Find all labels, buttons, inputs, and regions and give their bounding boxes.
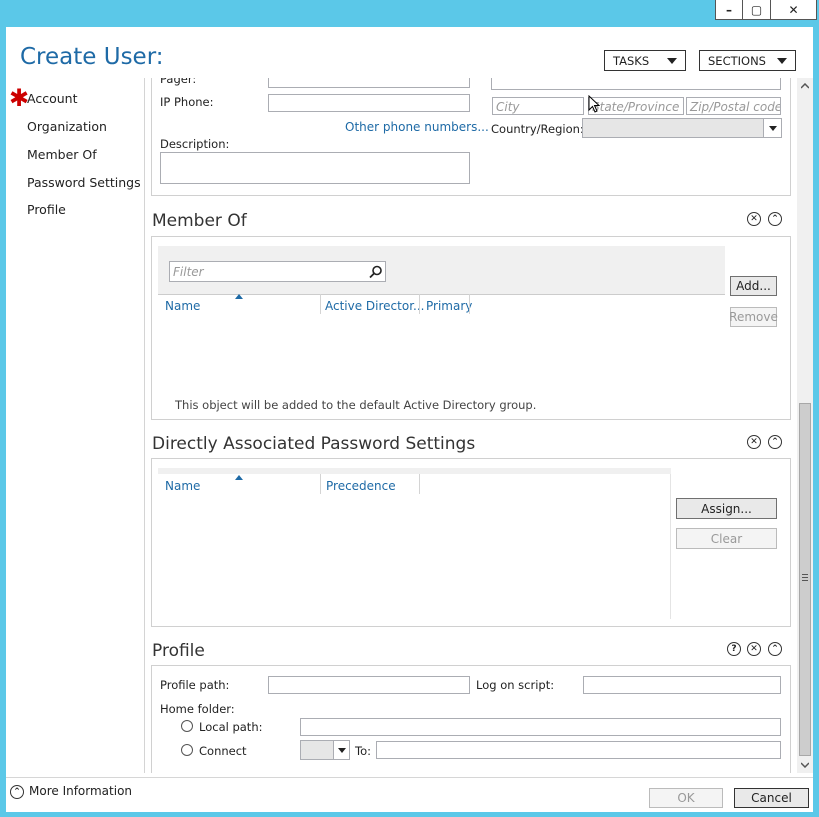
to-label: To: bbox=[355, 744, 371, 758]
column-divider bbox=[469, 294, 470, 314]
mouse-cursor-icon bbox=[588, 95, 600, 113]
member-of-note: This object will be added to the default… bbox=[175, 398, 537, 412]
logon-script-input[interactable] bbox=[583, 676, 781, 694]
maximize-button[interactable]: ▢ bbox=[743, 0, 771, 20]
sections-label: SECTIONS bbox=[708, 53, 766, 68]
column-divider bbox=[419, 294, 420, 314]
scroll-down-icon[interactable] bbox=[801, 762, 809, 768]
connect-label: Connect bbox=[199, 744, 247, 758]
connect-to-input[interactable] bbox=[376, 741, 781, 759]
remove-section-icon[interactable]: ✕ bbox=[747, 435, 761, 449]
home-folder-label: Home folder: bbox=[160, 702, 235, 716]
sort-ascending-icon bbox=[235, 294, 243, 299]
tasks-label: TASKS bbox=[613, 53, 650, 68]
content-viewport: Pager: IP Phone: Other phone numbers... … bbox=[145, 78, 797, 773]
street-input[interactable] bbox=[491, 78, 781, 90]
column-active-directory[interactable]: Active Director... bbox=[325, 299, 424, 313]
help-icon[interactable]: ? bbox=[727, 642, 741, 656]
profile-title: Profile bbox=[152, 641, 205, 661]
assign-button[interactable]: Assign... bbox=[676, 498, 777, 519]
add-button[interactable]: Add... bbox=[730, 276, 777, 296]
pager-input[interactable] bbox=[268, 78, 470, 88]
minimize-icon: – bbox=[726, 2, 732, 17]
city-input[interactable]: City bbox=[492, 97, 584, 115]
more-information-link[interactable]: More Information bbox=[29, 784, 132, 798]
local-path-radio[interactable] bbox=[181, 720, 193, 732]
footer-divider bbox=[6, 777, 813, 778]
local-path-label: Local path: bbox=[199, 720, 263, 734]
cancel-button[interactable]: Cancel bbox=[734, 788, 809, 808]
nav-item-password-settings[interactable]: Password Settings bbox=[27, 175, 141, 190]
expand-up-icon[interactable]: ⌃ bbox=[10, 785, 24, 799]
chevron-down-icon bbox=[333, 741, 349, 759]
chevron-down-icon bbox=[777, 57, 787, 64]
chevron-down-icon bbox=[667, 57, 677, 64]
nav-item-profile[interactable]: Profile bbox=[27, 202, 66, 217]
vertical-scrollbar[interactable] bbox=[797, 78, 813, 773]
nav-item-member-of[interactable]: Member Of bbox=[27, 147, 97, 162]
column-name[interactable]: Name bbox=[165, 299, 200, 313]
remove-button[interactable]: Remove bbox=[729, 307, 778, 327]
page-title: Create User: bbox=[20, 44, 164, 70]
password-settings-list bbox=[158, 474, 671, 619]
country-select[interactable] bbox=[582, 118, 782, 138]
profile-path-input[interactable] bbox=[268, 676, 470, 694]
connect-radio[interactable] bbox=[181, 744, 193, 756]
chevron-down-icon bbox=[763, 119, 781, 137]
collapse-icon[interactable]: ⌃ bbox=[768, 435, 782, 449]
close-icon: ✕ bbox=[788, 2, 799, 17]
ip-phone-input[interactable] bbox=[268, 94, 470, 112]
local-path-input[interactable] bbox=[300, 718, 781, 736]
remove-section-icon[interactable]: ✕ bbox=[747, 212, 761, 226]
filter-input[interactable]: Filter bbox=[169, 261, 386, 282]
member-of-title: Member Of bbox=[152, 211, 247, 231]
description-label: Description: bbox=[160, 137, 230, 151]
pager-label: Pager: bbox=[160, 78, 197, 86]
country-label: Country/Region: bbox=[491, 122, 584, 136]
minimize-button[interactable]: – bbox=[715, 0, 743, 20]
clear-button[interactable]: Clear bbox=[676, 528, 777, 549]
logon-script-label: Log on script: bbox=[476, 678, 555, 692]
description-input[interactable] bbox=[160, 152, 470, 184]
ok-button[interactable]: OK bbox=[649, 788, 723, 808]
scroll-up-icon[interactable] bbox=[801, 83, 809, 89]
sections-button[interactable]: SECTIONS bbox=[699, 50, 796, 71]
remove-section-icon[interactable]: ✕ bbox=[747, 642, 761, 656]
state-input[interactable]: State/Province bbox=[588, 97, 684, 115]
column-primary[interactable]: Primary bbox=[426, 299, 472, 313]
password-settings-title: Directly Associated Password Settings bbox=[152, 434, 476, 454]
other-phone-numbers-link[interactable]: Other phone numbers... bbox=[345, 120, 489, 134]
ip-phone-label: IP Phone: bbox=[160, 95, 214, 109]
collapse-icon[interactable]: ⌃ bbox=[768, 212, 782, 226]
search-icon bbox=[369, 265, 382, 279]
profile-path-label: Profile path: bbox=[160, 678, 230, 692]
column-divider bbox=[320, 294, 321, 314]
scrollbar-thumb[interactable] bbox=[799, 403, 811, 756]
close-button[interactable]: ✕ bbox=[771, 0, 817, 20]
collapse-icon[interactable]: ⌃ bbox=[768, 642, 782, 656]
maximize-icon: ▢ bbox=[750, 2, 763, 17]
tasks-button[interactable]: TASKS bbox=[604, 50, 686, 71]
nav-item-account[interactable]: Account bbox=[27, 91, 77, 106]
nav-item-organization[interactable]: Organization bbox=[27, 119, 107, 134]
zip-input[interactable]: Zip/Postal code bbox=[686, 97, 781, 115]
drive-letter-select[interactable] bbox=[300, 740, 350, 760]
